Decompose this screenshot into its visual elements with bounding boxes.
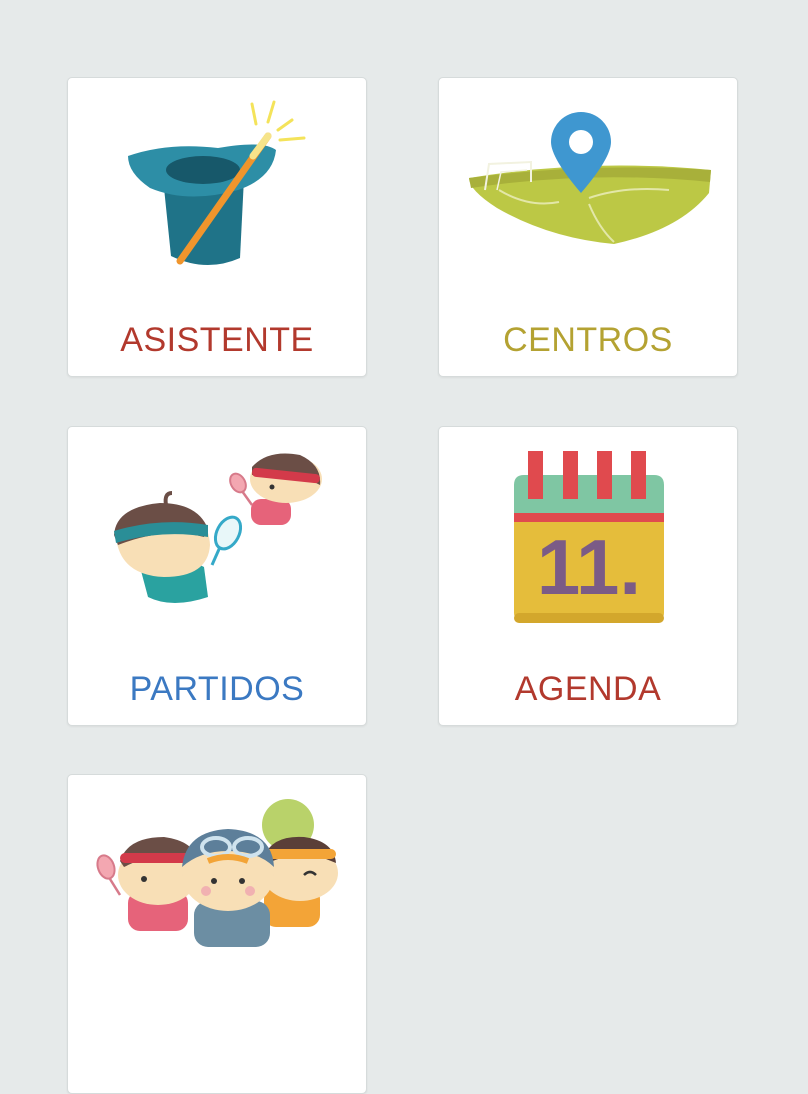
calendar-day: 11. [536, 523, 642, 611]
tile-agenda[interactable]: 11. AGENDA [438, 426, 738, 726]
tile-label: AGENDA [514, 670, 662, 708]
group-kids-icon [96, 799, 338, 947]
tile-asistente[interactable]: ASISTENTE [67, 77, 367, 377]
tile-grupo[interactable] [67, 774, 367, 1094]
tile-centros[interactable]: CENTROS [438, 77, 738, 377]
tile-label: ASISTENTE [120, 321, 314, 359]
tile-label: CENTROS [503, 321, 673, 359]
tile-partidos[interactable]: PARTIDOS [67, 426, 367, 726]
tile-label: PARTIDOS [129, 670, 305, 708]
